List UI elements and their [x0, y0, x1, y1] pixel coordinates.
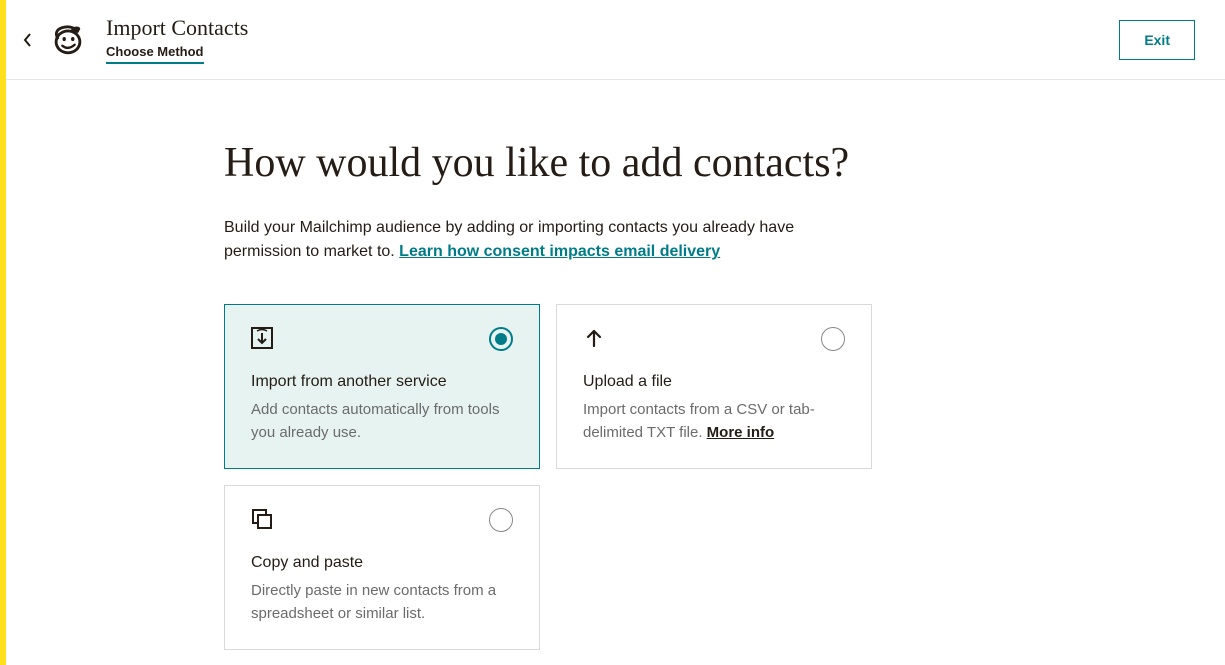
- title-block: Import Contacts Choose Method: [106, 15, 248, 63]
- card-description: Add contacts automatically from tools yo…: [251, 399, 513, 444]
- card-import-service[interactable]: Import from another service Add contacts…: [224, 304, 540, 469]
- consent-link[interactable]: Learn how consent impacts email delivery: [399, 243, 720, 260]
- page-header: Import Contacts Choose Method Exit: [6, 0, 1225, 80]
- method-cards: Import from another service Add contacts…: [224, 304, 874, 650]
- more-info-link[interactable]: More info: [707, 424, 775, 441]
- card-top-row: [251, 327, 513, 355]
- page-subtitle: Choose Method: [106, 44, 204, 64]
- card-description: Directly paste in new contacts from a sp…: [251, 580, 513, 625]
- radio-upload-file[interactable]: [821, 327, 845, 351]
- card-desc-text: Import contacts from a CSV or tab-delimi…: [583, 401, 815, 441]
- upload-icon: [583, 327, 605, 349]
- chevron-left-icon: [23, 32, 33, 48]
- radio-dot: [495, 333, 507, 345]
- main-heading: How would you like to add contacts?: [224, 140, 1006, 186]
- back-button[interactable]: [16, 28, 40, 52]
- radio-copy-paste[interactable]: [489, 508, 513, 532]
- card-copy-paste[interactable]: Copy and paste Directly paste in new con…: [224, 485, 540, 650]
- main-description: Build your Mailchimp audience by adding …: [224, 216, 804, 264]
- card-title: Upload a file: [583, 373, 845, 391]
- accent-bar: [0, 0, 6, 665]
- card-title: Import from another service: [251, 373, 513, 391]
- radio-import-service[interactable]: [489, 327, 513, 351]
- copy-paste-icon: [251, 508, 273, 530]
- main-content: How would you like to add contacts? Buil…: [6, 80, 1006, 650]
- card-upload-file[interactable]: Upload a file Import contacts from a CSV…: [556, 304, 872, 469]
- card-top-row: [583, 327, 845, 355]
- import-service-icon: [251, 327, 273, 349]
- card-top-row: [251, 508, 513, 536]
- exit-button[interactable]: Exit: [1119, 20, 1195, 60]
- page-title: Import Contacts: [106, 15, 248, 41]
- mailchimp-logo: [48, 20, 88, 60]
- card-title: Copy and paste: [251, 554, 513, 572]
- exit-button-label: Exit: [1144, 32, 1170, 48]
- card-description: Import contacts from a CSV or tab-delimi…: [583, 399, 845, 444]
